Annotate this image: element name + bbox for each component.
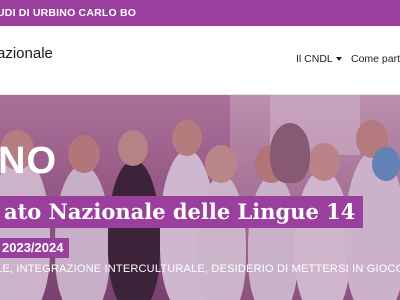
top-bar: UDI DI URBINO CARLO BO bbox=[0, 0, 400, 26]
university-name: UDI DI URBINO CARLO BO bbox=[0, 7, 137, 19]
site-logo-text[interactable]: azionale bbox=[0, 45, 53, 62]
nav-item-come-partecipare[interactable]: Come parte bbox=[351, 53, 400, 65]
hero-big-text: NO bbox=[0, 140, 57, 182]
hero-title: ato Nazionale delle Lingue 14 bbox=[0, 196, 364, 228]
hero-tagline: LE, INTEGRAZIONE INTERCULTURALE, DESIDER… bbox=[0, 263, 400, 275]
nav-item-il-cndl[interactable]: Il CNDL bbox=[296, 53, 342, 65]
nav-item-label: Il CNDL bbox=[296, 53, 333, 65]
hero-year: 2023/2024 bbox=[0, 238, 70, 258]
caret-down-icon bbox=[335, 57, 342, 62]
navbar: azionale Il CNDL Come parte bbox=[0, 26, 400, 95]
